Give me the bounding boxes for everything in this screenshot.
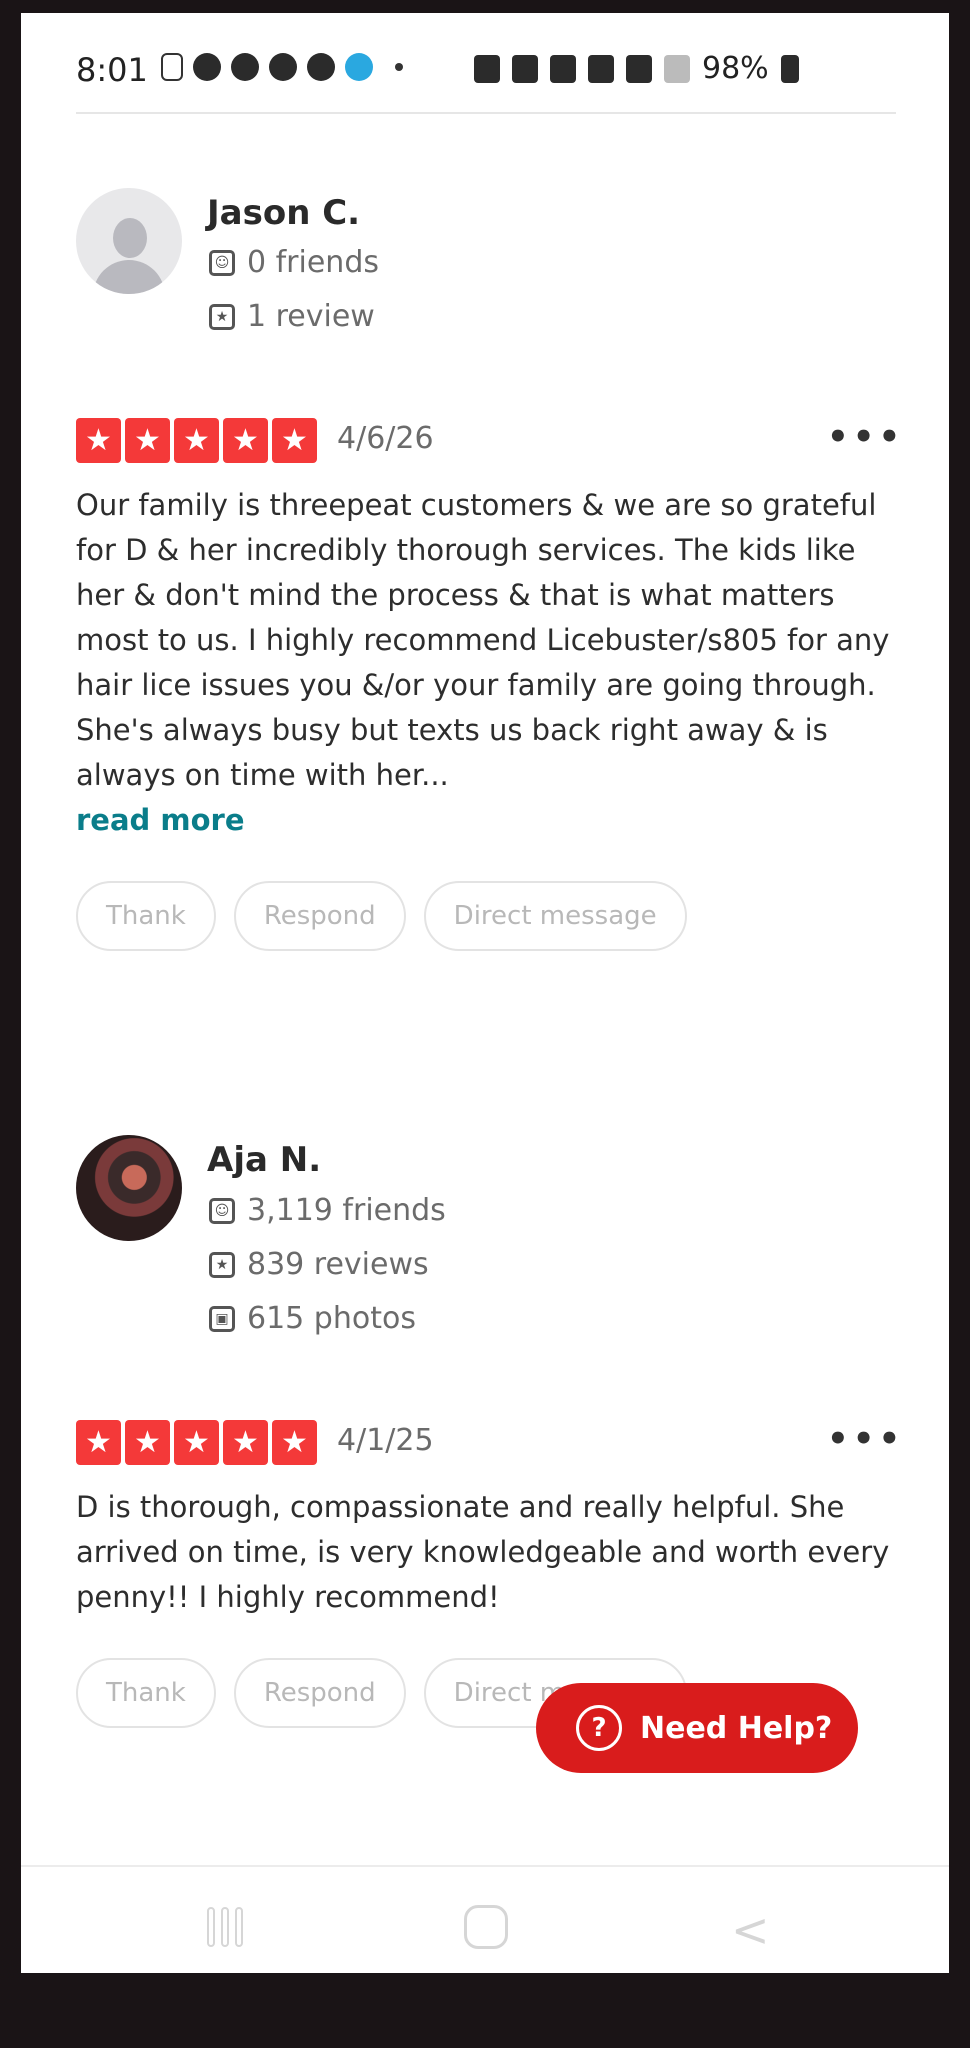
reviewer-review-count: ★ 839 reviews [209, 1247, 429, 1282]
star-icon: ★ [223, 1420, 268, 1465]
avatar[interactable] [76, 188, 182, 294]
photo-icon: ▣ [209, 1305, 235, 1332]
star-icon: ★ [272, 1420, 317, 1465]
thank-button[interactable]: Thank [76, 881, 216, 951]
nfc-icon [512, 54, 538, 83]
review-star-icon: ★ [209, 1251, 235, 1278]
status-notification-icons [161, 53, 403, 81]
reviewer-friends: ☺ 0 friends [209, 245, 379, 280]
star-rating: ★ ★ ★ ★ ★ [76, 1420, 317, 1465]
app-icon [474, 54, 500, 83]
system-nav-bar: < [21, 1865, 949, 1973]
mute-icon [588, 54, 614, 83]
recent-apps-icon[interactable] [207, 1907, 247, 1947]
star-rating: ★ ★ ★ ★ ★ [76, 418, 317, 463]
message-icon [161, 53, 183, 81]
star-icon: ★ [272, 418, 317, 463]
lte-icon [626, 54, 652, 83]
status-time: 8:01 [76, 51, 148, 89]
more-options-button[interactable]: ••• [827, 1419, 904, 1459]
home-icon[interactable] [464, 1905, 508, 1949]
respond-button[interactable]: Respond [233, 881, 406, 951]
avatar[interactable] [76, 1135, 182, 1241]
read-more-link[interactable]: read more [76, 803, 245, 837]
star-icon: ★ [125, 1420, 170, 1465]
location-icon [345, 53, 373, 81]
star-icon: ★ [223, 418, 268, 463]
signal-icon [664, 54, 690, 83]
reviewer-name[interactable]: Aja N. [207, 1140, 321, 1180]
news-icon [269, 53, 297, 81]
review-text: D is thorough, compassionate and really … [76, 1490, 890, 1614]
battery-percent: 98% [702, 51, 769, 86]
reviewer-friends: ☺ 3,119 friends [209, 1193, 446, 1228]
status-bar: 8:01 98% [21, 13, 949, 113]
review-date: 4/6/26 [337, 421, 434, 456]
reviewer-name[interactable]: Jason C. [207, 193, 360, 233]
respond-button[interactable]: Respond [233, 1658, 406, 1728]
battery-icon [780, 54, 799, 83]
status-system-icons: 98% [474, 51, 799, 86]
screen: 8:01 98% Jason C. ☺ 0 friends ★ 1 review… [21, 13, 949, 1973]
status-divider [76, 112, 896, 114]
star-icon: ★ [125, 418, 170, 463]
more-options-button[interactable]: ••• [827, 417, 904, 457]
friends-icon: ☺ [209, 249, 235, 276]
more-notifications-icon [395, 63, 403, 71]
need-help-label: Need Help? [640, 1710, 833, 1746]
need-help-button[interactable]: ? Need Help? [536, 1683, 858, 1773]
alarm-icon [550, 54, 576, 83]
star-icon: ★ [174, 1420, 219, 1465]
review-star-icon: ★ [209, 303, 235, 330]
reviewer-review-count: ★ 1 review [209, 299, 375, 334]
news-icon [307, 53, 335, 81]
review-date: 4/1/25 [337, 1423, 434, 1458]
review-text: Our family is threepeat customers & we a… [76, 488, 890, 792]
review-actions: Thank Respond Direct message [76, 881, 687, 951]
question-icon: ? [576, 1705, 622, 1751]
friends-icon: ☺ [209, 1197, 235, 1224]
star-icon: ★ [76, 418, 121, 463]
star-icon: ★ [76, 1420, 121, 1465]
messenger-icon [193, 53, 221, 81]
back-icon[interactable]: < [731, 1903, 770, 1957]
instagram-icon [231, 53, 259, 81]
direct-message-button[interactable]: Direct message [423, 881, 687, 951]
thank-button[interactable]: Thank [76, 1658, 216, 1728]
star-icon: ★ [174, 418, 219, 463]
reviewer-photo-count: ▣ 615 photos [209, 1301, 416, 1336]
